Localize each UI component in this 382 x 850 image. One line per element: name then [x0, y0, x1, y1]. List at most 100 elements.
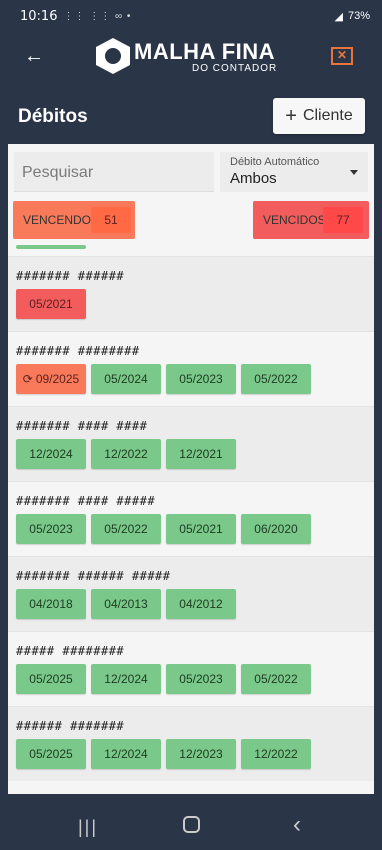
select-value: Ambos [230, 170, 277, 187]
debito-automatico-select[interactable]: Débito Automático Ambos [220, 152, 368, 192]
client-name: ##### ######## [16, 644, 125, 658]
debit-chip-label: 05/2025 [29, 672, 73, 686]
client-row[interactable]: ####### #### #### 12/2024 12/2022 12/2021 [8, 406, 374, 481]
debit-chip-green[interactable]: 12/2022 [241, 739, 311, 769]
caret-down-icon [350, 170, 358, 175]
back-arrow-icon[interactable]: ← [24, 44, 48, 68]
debit-chip-green[interactable]: 12/2022 [91, 439, 161, 469]
battery-percent: 73% [347, 10, 370, 22]
debit-chip-label: 12/2022 [254, 747, 298, 761]
filters-row: Pesquisar Débito Automático Ambos [8, 144, 374, 196]
client-name: ####### #### #### [16, 419, 148, 433]
debit-chip-green[interactable]: 05/2025 [16, 664, 86, 694]
client-row[interactable]: ###### ####### 05/2025 12/2024 12/2023 12/20… [8, 706, 374, 781]
page-title: Débitos [18, 106, 88, 127]
debit-chip-label: 05/2023 [29, 522, 73, 536]
home-icon[interactable] [183, 816, 200, 833]
debit-chip-green[interactable]: 12/2024 [91, 664, 161, 694]
card-header: Débitos + Cliente [8, 88, 374, 144]
debit-chip-green[interactable]: 05/2025 [16, 739, 86, 769]
client-row[interactable]: ####### ###### 05/2021 [8, 256, 374, 331]
debit-chip-orange[interactable]: ⟳ 09/2025 [16, 364, 86, 394]
debit-chip-label: 04/2012 [179, 597, 223, 611]
search-input[interactable]: Pesquisar [14, 152, 214, 192]
debit-chip-green[interactable]: 05/2022 [241, 364, 311, 394]
debit-chips: 05/2021 [16, 287, 366, 331]
vencidos-count-badge: 77 [323, 207, 363, 233]
debit-chip-label: 06/2020 [254, 522, 298, 536]
debit-chip-label: 12/2024 [104, 747, 148, 761]
app-logo: MALHA FINA DO CONTADOR [96, 36, 286, 78]
debit-chip-label: 12/2024 [29, 447, 73, 461]
debit-chip-green[interactable]: 05/2023 [166, 664, 236, 694]
plus-icon: + [285, 105, 297, 127]
debit-chip-red[interactable]: 05/2021 [16, 289, 86, 319]
select-label: Débito Automático [230, 156, 320, 168]
debit-chip-green[interactable]: 06/2020 [241, 514, 311, 544]
client-row[interactable]: ####### ###### ##### 04/2018 04/2013 04/201… [8, 556, 374, 631]
add-client-label: Cliente [302, 107, 353, 124]
client-name: ####### ###### [16, 269, 125, 283]
client-list: ####### ###### 05/2021 ####### ######## ⟳ 09… [8, 256, 374, 781]
app-bar: ← MALHA FINA DO CONTADOR ✕ [0, 32, 382, 82]
debit-chip-green[interactable]: 12/2024 [16, 439, 86, 469]
debit-chip-label: 05/2021 [29, 297, 73, 311]
debit-chip-green[interactable]: 04/2018 [16, 589, 86, 619]
counters-row: VENCENDO 51 VENCIDOS 77 [8, 196, 374, 256]
debit-chips: 05/2025 12/2024 12/2023 12/2022 [16, 737, 366, 781]
debit-chip-label: 05/2022 [254, 372, 298, 386]
debit-chip-green[interactable]: 05/2022 [91, 514, 161, 544]
debit-chips: 05/2023 05/2022 05/2021 06/2020 [16, 512, 366, 556]
debit-chip-green[interactable]: 05/2023 [166, 364, 236, 394]
status-right: ◢ 73% [335, 10, 371, 23]
debit-chip-label: 05/2023 [179, 372, 223, 386]
loading-progress-bar [16, 245, 86, 249]
client-row[interactable]: ####### ######## ⟳ 09/2025 05/2024 05/2023 05… [8, 331, 374, 406]
debit-chips: 05/2025 12/2024 05/2023 05/2022 [16, 662, 366, 706]
vencidos-filter-button[interactable]: VENCIDOS 77 [253, 201, 369, 239]
debit-chip-label: 05/2022 [104, 522, 148, 536]
recent-apps-icon[interactable]: ||| [78, 817, 98, 838]
add-client-button[interactable]: + Cliente [273, 98, 365, 134]
logo-main-text: MALHA FINA [134, 39, 276, 64]
status-bar: 10:16 ⋮⋮ ⋮⋮ ∞ • ◢ 73% [0, 0, 382, 32]
debit-chip-green[interactable]: 04/2012 [166, 589, 236, 619]
debit-chip-label: 12/2024 [104, 672, 148, 686]
logo-badge-icon [96, 38, 130, 74]
client-row[interactable]: ####### #### ##### 05/2023 05/2022 05/2021 0… [8, 481, 374, 556]
close-icon[interactable]: ✕ [331, 47, 353, 65]
vencidos-label: VENCIDOS [263, 213, 326, 227]
debit-chip-label: 12/2022 [104, 447, 148, 461]
logo-sub-text: DO CONTADOR [192, 63, 278, 74]
debit-chips: 12/2024 12/2022 12/2021 [16, 437, 366, 481]
debit-chip-label: 12/2021 [179, 447, 223, 461]
client-name: ####### #### ##### [16, 494, 156, 508]
debitos-card: Débitos + Cliente Pesquisar Débito Autom… [8, 88, 374, 794]
debit-chip-green[interactable]: 12/2023 [166, 739, 236, 769]
debit-chips: 04/2018 04/2013 04/2012 [16, 587, 366, 631]
signal-icon: ◢ [334, 10, 343, 23]
vencendo-count-badge: 51 [91, 207, 131, 233]
system-back-icon[interactable]: ‹ [293, 811, 301, 839]
debit-chips: ⟳ 09/2025 05/2024 05/2023 05/2022 [16, 362, 366, 406]
debit-chip-green[interactable]: 05/2022 [241, 664, 311, 694]
debit-chip-green[interactable]: 05/2024 [91, 364, 161, 394]
debit-chip-label: 09/2025 [35, 372, 80, 386]
debit-chip-label: 05/2021 [179, 522, 223, 536]
client-row[interactable]: ##### ######## 05/2025 12/2024 05/2023 05/20… [8, 631, 374, 706]
debit-chip-label: 12/2023 [179, 747, 223, 761]
debit-chip-green[interactable]: 12/2024 [91, 739, 161, 769]
debit-chip-label: 05/2022 [254, 672, 298, 686]
debit-chip-green[interactable]: 05/2021 [166, 514, 236, 544]
debit-chip-green[interactable]: 04/2013 [91, 589, 161, 619]
debit-chip-green[interactable]: 12/2021 [166, 439, 236, 469]
refresh-icon: ⟳ [22, 372, 33, 386]
status-time: 10:16 [20, 8, 58, 24]
notification-icons: ⋮⋮ ⋮⋮ ∞ • [63, 10, 132, 22]
client-name: ###### ####### [16, 719, 125, 733]
debit-chip-label: 04/2013 [104, 597, 148, 611]
system-nav-bar: ||| ‹ [0, 800, 382, 850]
debit-chip-green[interactable]: 05/2023 [16, 514, 86, 544]
client-name: ####### ###### ##### [16, 569, 171, 583]
vencendo-filter-button[interactable]: VENCENDO 51 [13, 201, 135, 239]
